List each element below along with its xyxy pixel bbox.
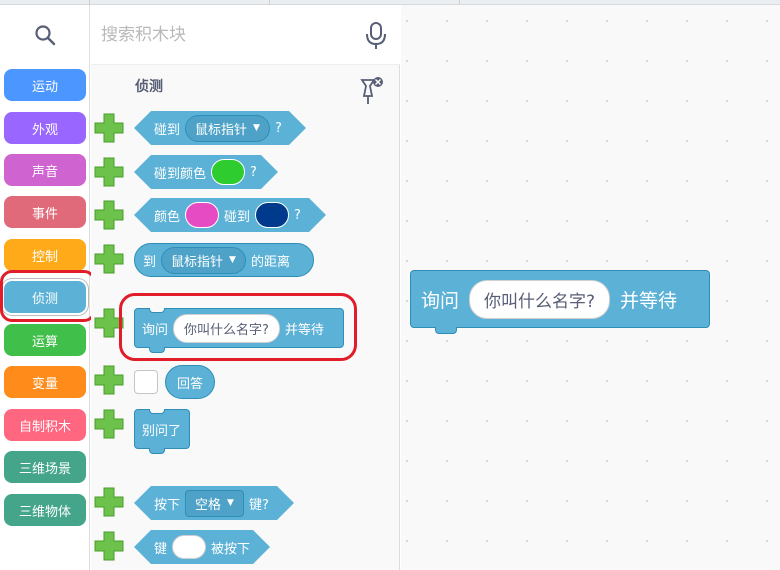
add-block-plus-icon[interactable] — [93, 156, 125, 188]
category-5[interactable]: 控制 — [4, 239, 86, 271]
category-8[interactable]: 变量 — [4, 366, 86, 398]
color-touching-color-block[interactable]: 颜色 碰到 ? — [134, 198, 326, 232]
chevron-down-icon: ▼ — [253, 123, 260, 133]
dropdown-value: 鼠标指针 — [195, 122, 248, 138]
block-text: 碰到 — [224, 209, 251, 225]
block-text: 键? — [248, 497, 269, 513]
add-block-plus-icon[interactable] — [93, 112, 125, 144]
chevron-down-icon: ▼ — [227, 498, 234, 508]
stop-asking-block[interactable]: 别问了 — [134, 409, 190, 454]
block-text: 碰到 — [154, 122, 181, 138]
color-swatch[interactable] — [185, 202, 219, 228]
color-swatch[interactable] — [211, 159, 245, 185]
block-search-input[interactable] — [101, 19, 351, 51]
color-swatch[interactable] — [255, 202, 289, 228]
answer-checkbox[interactable] — [134, 370, 158, 394]
target-dropdown[interactable]: 鼠标指针 ▼ — [161, 246, 246, 274]
add-block-plus-icon[interactable] — [93, 408, 125, 440]
block-text: 的距离 — [250, 254, 290, 270]
add-block-plus-icon[interactable] — [93, 243, 125, 275]
workspace-ask-and-wait-block[interactable]: 询问 你叫什么名字? 并等待 — [410, 270, 710, 334]
block-text: ? — [274, 120, 282, 136]
block-text: 键 — [154, 541, 168, 557]
microphone-icon[interactable] — [364, 21, 388, 51]
block-text: 按下 — [154, 497, 181, 513]
chevron-down-icon: ▼ — [229, 255, 236, 265]
ask-block-highlight — [119, 293, 357, 361]
block-text: 被按下 — [210, 541, 250, 557]
category-10[interactable]: 三维场景 — [4, 451, 86, 483]
category-7[interactable]: 运算 — [4, 324, 86, 356]
block-text: 别问了 — [142, 423, 182, 439]
touching-color-block[interactable]: 碰到颜色 ? — [134, 155, 278, 189]
block-text: 颜色 — [154, 209, 181, 225]
block-text: 到 — [143, 254, 157, 270]
category-4[interactable]: 事件 — [4, 196, 86, 228]
block-tab — [435, 327, 457, 334]
key-input[interactable] — [172, 535, 206, 559]
add-block-plus-icon[interactable] — [93, 199, 125, 231]
block-notch — [149, 409, 165, 414]
category-3[interactable]: 声音 — [4, 154, 86, 186]
add-block-plus-icon[interactable] — [93, 364, 125, 396]
block-text: ? — [294, 207, 301, 223]
category-1[interactable]: 运动 — [4, 69, 86, 101]
block-text: 回答 — [177, 376, 204, 392]
key-pressed-block[interactable]: 按下 空格 ▼ 键? — [134, 486, 294, 520]
add-block-plus-icon[interactable] — [93, 486, 125, 518]
touching-block[interactable]: 碰到 鼠标指针 ▼ ? — [134, 111, 306, 145]
block-tab — [149, 448, 165, 454]
category-11[interactable]: 三维物体 — [4, 494, 86, 526]
category-9[interactable]: 自制积木 — [4, 409, 86, 441]
search-icon — [34, 25, 55, 46]
dropdown-value: 空格 — [195, 497, 222, 513]
block-search-bar — [91, 5, 400, 65]
key-is-pressed-block[interactable]: 键 被按下 — [134, 530, 270, 564]
category-2[interactable]: 外观 — [4, 112, 86, 144]
distance-to-block[interactable]: 到 鼠标指针 ▼ 的距离 — [134, 243, 314, 277]
block-text: 并等待 — [620, 289, 678, 312]
dropdown-value: 鼠标指针 — [171, 254, 224, 270]
target-dropdown[interactable]: 鼠标指针 ▼ — [185, 115, 270, 142]
block-text: 碰到颜色 — [154, 166, 207, 182]
block-text: ? — [250, 164, 257, 180]
question-input[interactable]: 你叫什么名字? — [469, 279, 611, 319]
add-block-plus-icon[interactable] — [93, 530, 125, 562]
pin-close-icon[interactable] — [356, 74, 386, 108]
section-title: 侦测 — [135, 79, 163, 95]
selected-category-highlight — [0, 270, 96, 322]
block-text: 询问 — [421, 289, 460, 312]
search-button[interactable] — [0, 5, 90, 65]
answer-reporter[interactable]: 回答 — [165, 365, 215, 399]
key-dropdown[interactable]: 空格 ▼ — [185, 490, 244, 517]
